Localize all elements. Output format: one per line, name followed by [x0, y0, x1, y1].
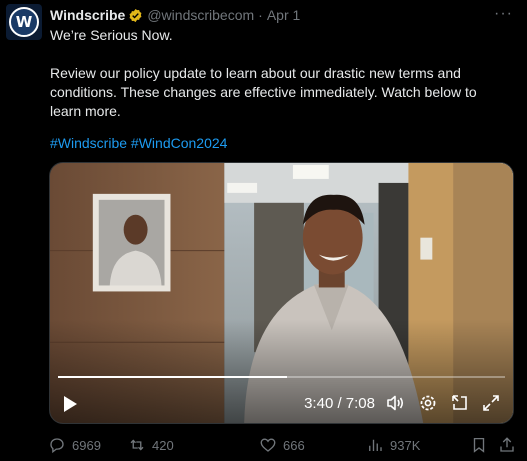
avatar[interactable]: W: [6, 4, 42, 40]
settings-gear-icon[interactable]: [418, 393, 438, 413]
video-progress-bar[interactable]: [58, 376, 505, 378]
play-icon[interactable]: [62, 395, 78, 413]
more-options-icon[interactable]: ···: [494, 5, 513, 23]
repost-icon: [130, 439, 144, 451]
video-controls: 3:40 / 7:08: [50, 383, 513, 423]
heart-icon: [260, 438, 276, 452]
video-player[interactable]: 3:40 / 7:08: [49, 162, 514, 424]
views-button[interactable]: 937K: [366, 436, 420, 454]
tweet-body: Review our policy update to learn about …: [50, 65, 477, 119]
hashtag-link[interactable]: #WindCon2024: [131, 135, 228, 151]
view-count: 937K: [390, 437, 421, 453]
fullscreen-icon[interactable]: [481, 393, 501, 413]
author-name[interactable]: Windscribe: [50, 7, 125, 23]
reply-button[interactable]: 6969: [48, 436, 101, 454]
windscribe-logo-icon: W: [9, 7, 39, 37]
repost-button[interactable]: 420: [128, 436, 174, 454]
like-button[interactable]: 666: [259, 436, 305, 454]
video-time: 3:40 / 7:08: [304, 395, 375, 412]
bookmark-button[interactable]: [470, 436, 488, 454]
hashtag-link[interactable]: #Windscribe: [50, 135, 127, 151]
tweet-headline: We’re Serious Now.: [50, 27, 173, 43]
share-button[interactable]: [498, 436, 516, 454]
repost-count: 420: [152, 437, 174, 453]
views-chart-icon: [369, 439, 382, 451]
verified-badge-icon: [129, 8, 142, 22]
bookmark-icon: [473, 437, 485, 453]
tweet-actions: 6969 420 666 937K: [48, 436, 517, 456]
volume-icon[interactable]: [385, 393, 405, 413]
video-progress-fill: [58, 376, 288, 378]
tweet-date[interactable]: Apr 1: [267, 7, 300, 23]
share-icon: [500, 437, 514, 452]
separator-dot: ·: [258, 7, 263, 23]
pop-out-icon[interactable]: [450, 393, 470, 413]
author-handle[interactable]: @windscribecom: [147, 7, 254, 23]
like-count: 666: [283, 437, 305, 453]
tweet-header: Windscribe @windscribecom · Apr 1: [50, 7, 487, 23]
hashtags: #Windscribe #WindCon2024: [50, 134, 227, 153]
reply-count: 6969: [72, 437, 101, 453]
reply-icon: [50, 438, 64, 454]
